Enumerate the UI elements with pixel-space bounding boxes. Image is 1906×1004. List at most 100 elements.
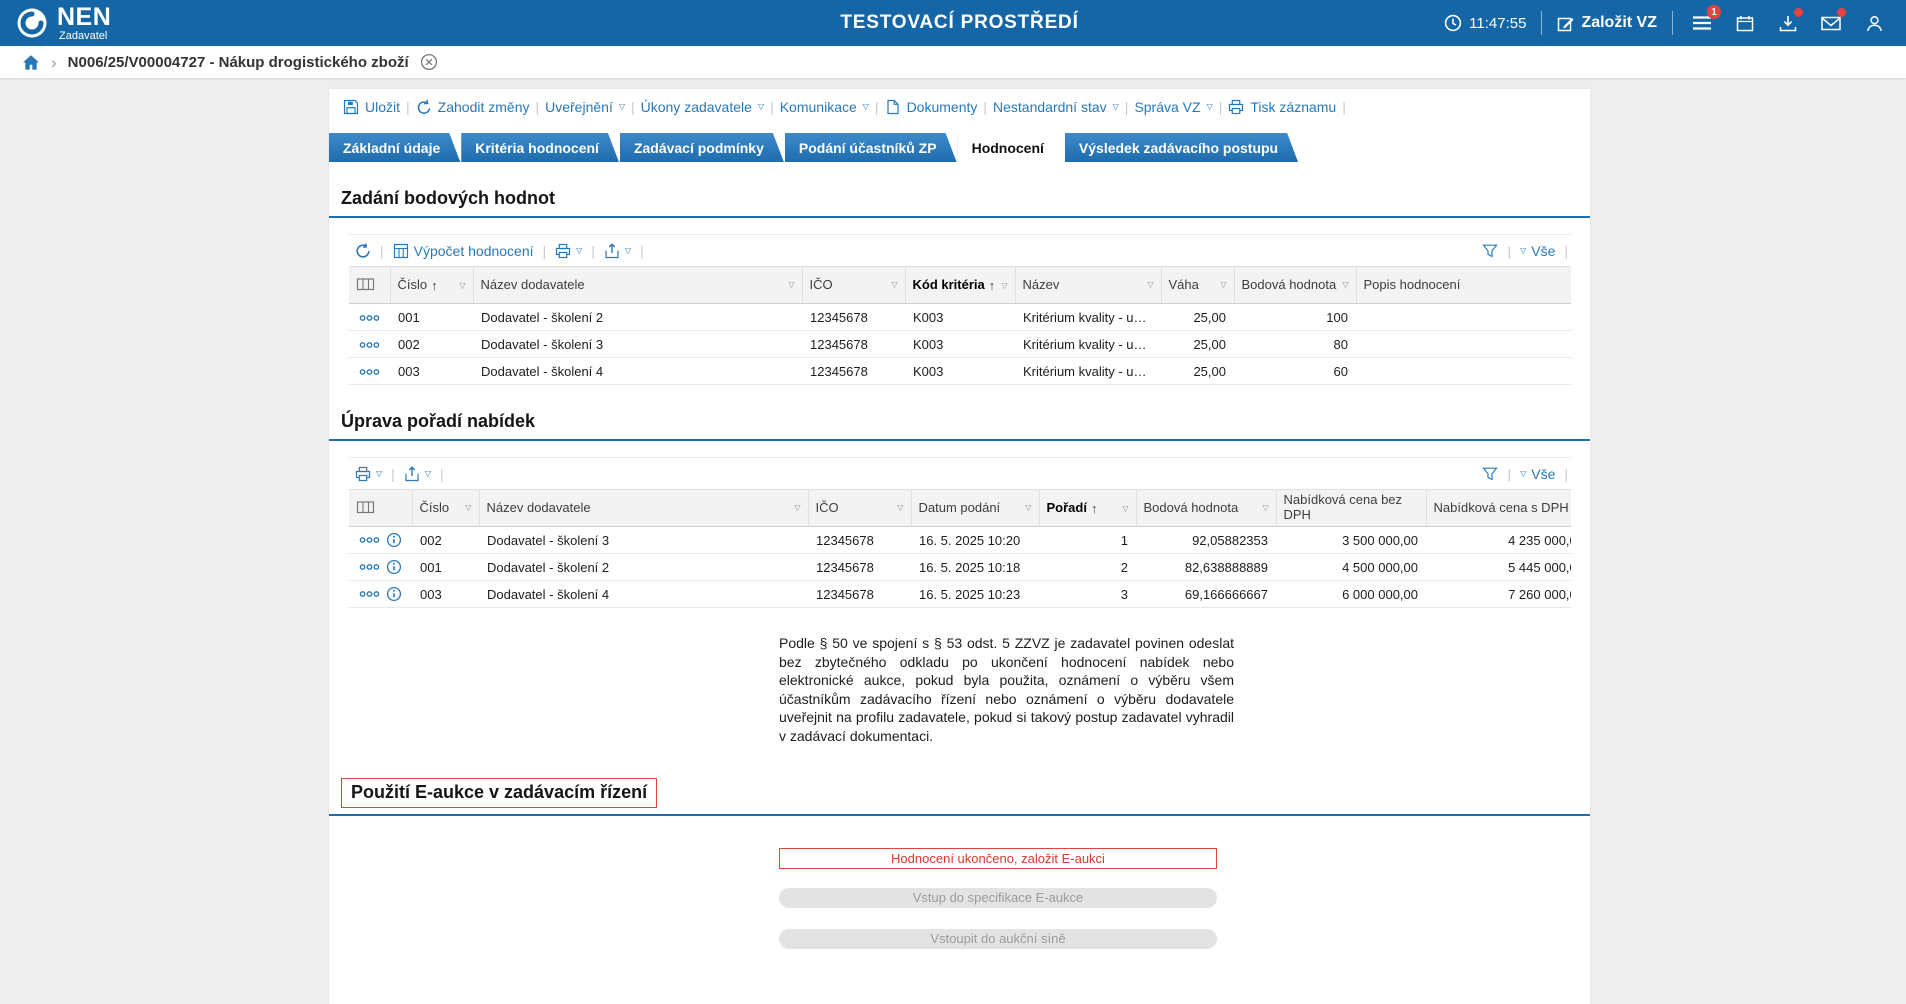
- column-filter-icon[interactable]: ▽: [1262, 503, 1268, 512]
- column-filter-icon[interactable]: ▽: [1342, 280, 1348, 289]
- toolbar-uverejneni[interactable]: Uveřejnění▽: [545, 99, 625, 115]
- export-grid-button[interactable]: ▽: [604, 243, 631, 259]
- eauction-button-vstoupit-do-aukcni-sine[interactable]: Vstoupit do aukční síně: [779, 929, 1217, 949]
- export-grid-button[interactable]: ▽: [404, 466, 431, 482]
- row-menu-icon[interactable]: [359, 341, 380, 349]
- menu-button[interactable]: 1: [1688, 9, 1716, 37]
- cell-popis-hodnoceni: [1356, 358, 1571, 385]
- column-filter-icon[interactable]: ▽: [1122, 504, 1128, 513]
- column-filter-icon[interactable]: ▽: [1025, 503, 1031, 512]
- row-menu-icon[interactable]: [359, 314, 380, 322]
- column-header-nabidkova-cena-s-dph[interactable]: Nabídková cena s DPH: [1426, 490, 1571, 527]
- toolbar-zahodit-zmeny[interactable]: Zahodit změny: [416, 99, 530, 115]
- column-filter-icon[interactable]: ▽: [897, 503, 903, 512]
- filter-button[interactable]: [1482, 466, 1498, 482]
- eauction-button-hodnoceni-ukonceno-zalozit-e-aukci[interactable]: Hodnocení ukončeno, založit E-aukci: [779, 848, 1217, 869]
- column-header-vaha[interactable]: Váha▽: [1161, 267, 1234, 304]
- tab-kriteria-hodnoceni[interactable]: Kritéria hodnocení: [461, 133, 619, 162]
- ranking-grid-panel: ▽ | ▽ | | ▽Vše | Číslo▽Název dodavatele▽…: [349, 457, 1571, 608]
- table-row[interactable]: 001Dodavatel - školení 212345678K003Krit…: [349, 304, 1571, 331]
- print-grid-button[interactable]: ▽: [355, 466, 382, 482]
- profile-button[interactable]: [1860, 9, 1888, 37]
- toolbar-nestandardni-stav[interactable]: Nestandardní stav▽: [993, 99, 1119, 115]
- refresh-button[interactable]: [355, 243, 371, 259]
- column-header-nazev-dodavatele[interactable]: Název dodavatele▽: [473, 267, 802, 304]
- column-header-cislo[interactable]: Číslo▽: [412, 490, 479, 527]
- table-row[interactable]: 002Dodavatel - školení 31234567816. 5. 2…: [349, 527, 1571, 554]
- column-filter-icon[interactable]: ▽: [794, 503, 800, 512]
- column-filter-icon[interactable]: ▽: [459, 281, 465, 290]
- calendar-button[interactable]: [1731, 9, 1759, 37]
- toolbar-ulozit[interactable]: Uložit: [343, 99, 400, 115]
- tab-podani-ucastniku-zp[interactable]: Podání účastníků ZP: [785, 133, 957, 162]
- brand-text: NEN Zadavatel: [57, 5, 111, 42]
- column-config-icon[interactable]: [356, 499, 375, 515]
- cell-nabidkova-cena-s-dph: 5 445 000,00: [1426, 554, 1571, 581]
- cell-ico: 12345678: [808, 581, 911, 608]
- cell-vaha: 25,00: [1161, 331, 1234, 358]
- toolbar-tisk-zaznamu[interactable]: Tisk záznamu: [1228, 99, 1336, 115]
- column-header-kod-kriteria[interactable]: Kód kritéria↑▽: [905, 267, 1015, 304]
- column-header-ico[interactable]: IČO▽: [808, 490, 911, 527]
- compute-scoring-button[interactable]: Výpočet hodnocení: [393, 243, 534, 259]
- view-all-dropdown[interactable]: ▽Vše: [1520, 243, 1555, 259]
- column-header-popis-hodnoceni[interactable]: Popis hodnocení: [1356, 267, 1571, 304]
- filter-funnel-icon: [1482, 466, 1498, 482]
- column-header-nazev-dodavatele[interactable]: Název dodavatele▽: [479, 490, 808, 527]
- dropdown-caret-icon: ▽: [425, 470, 431, 478]
- create-vz-button[interactable]: Založit VZ: [1557, 14, 1657, 32]
- table-row[interactable]: 002Dodavatel - školení 312345678K003Krit…: [349, 331, 1571, 358]
- table-row[interactable]: 003Dodavatel - školení 412345678K003Krit…: [349, 358, 1571, 385]
- column-header-nabidkova-cena-bez-dph[interactable]: Nabídková cena bez DPH: [1276, 490, 1426, 527]
- column-header-poradi[interactable]: Pořadí↑▽: [1039, 490, 1136, 527]
- row-menu-icon[interactable]: [359, 368, 380, 376]
- column-filter-icon[interactable]: ▽: [1147, 280, 1153, 289]
- tab-zakladni-udaje[interactable]: Základní údaje: [329, 133, 460, 162]
- column-config-icon[interactable]: [356, 276, 375, 292]
- scoring-table-wrap: Číslo↑▽Název dodavatele▽IČO▽Kód kritéria…: [349, 266, 1571, 385]
- row-info-icon[interactable]: [386, 586, 402, 602]
- filter-button[interactable]: [1482, 243, 1498, 259]
- tab-vysledek-zadavaciho-postupu[interactable]: Výsledek zadávacího postupu: [1065, 133, 1298, 162]
- column-header-nazev[interactable]: Název▽: [1015, 267, 1161, 304]
- sort-ascending-icon[interactable]: ↑: [989, 278, 996, 293]
- column-label: Nabídková cena s DPH: [1434, 501, 1569, 516]
- close-record-icon[interactable]: [420, 53, 438, 71]
- row-info-icon[interactable]: [386, 532, 402, 548]
- breadcrumb-record[interactable]: N006/25/V00004727 - Nákup drogistického …: [68, 54, 409, 71]
- tab-hodnoceni[interactable]: Hodnocení: [958, 133, 1064, 162]
- sort-ascending-icon[interactable]: ↑: [1091, 501, 1098, 516]
- tab-zadavaci-podminky[interactable]: Zadávací podmínky: [620, 133, 784, 162]
- column-header-ico[interactable]: IČO▽: [802, 267, 905, 304]
- view-all-dropdown[interactable]: ▽Vše: [1520, 466, 1555, 482]
- toolbar-ukony-zadavatele[interactable]: Úkony zadavatele▽: [641, 99, 764, 115]
- downloads-button[interactable]: [1774, 9, 1802, 37]
- toolbar-dokumenty[interactable]: Dokumenty: [885, 99, 978, 115]
- row-menu-icon[interactable]: [359, 590, 380, 598]
- column-filter-icon[interactable]: ▽: [788, 280, 794, 289]
- column-filter-icon[interactable]: ▽: [1001, 281, 1007, 290]
- column-filter-icon[interactable]: ▽: [1220, 280, 1226, 289]
- table-row[interactable]: 003Dodavatel - školení 41234567816. 5. 2…: [349, 581, 1571, 608]
- column-header-bodova-hodnota[interactable]: Bodová hodnota▽: [1136, 490, 1276, 527]
- column-filter-icon[interactable]: ▽: [891, 280, 897, 289]
- table-row[interactable]: 001Dodavatel - školení 21234567816. 5. 2…: [349, 554, 1571, 581]
- home-icon[interactable]: [22, 54, 40, 71]
- column-header-datum-podani[interactable]: Datum podání▽: [911, 490, 1039, 527]
- nen-brand[interactable]: NEN Zadavatel: [0, 5, 111, 42]
- column-header-cislo[interactable]: Číslo↑▽: [390, 267, 473, 304]
- toolbar-label: Nestandardní stav: [993, 99, 1107, 115]
- messages-button[interactable]: [1817, 9, 1845, 37]
- column-header-bodova-hodnota[interactable]: Bodová hodnota▽: [1234, 267, 1356, 304]
- row-menu-icon[interactable]: [359, 563, 380, 571]
- downloads-badge: [1794, 8, 1803, 17]
- row-menu-icon[interactable]: [359, 536, 380, 544]
- row-info-icon[interactable]: [386, 559, 402, 575]
- eauction-button-vstup-do-specifikace-e-aukce[interactable]: Vstup do specifikace E-aukce: [779, 888, 1217, 908]
- cell-nazev-dodavatele: Dodavatel - školení 2: [479, 554, 808, 581]
- toolbar-komunikace[interactable]: Komunikace▽: [780, 99, 869, 115]
- column-filter-icon[interactable]: ▽: [465, 503, 471, 512]
- sort-ascending-icon[interactable]: ↑: [431, 278, 438, 293]
- toolbar-sprava-vz[interactable]: Správa VZ▽: [1134, 99, 1212, 115]
- print-grid-button[interactable]: ▽: [555, 243, 582, 259]
